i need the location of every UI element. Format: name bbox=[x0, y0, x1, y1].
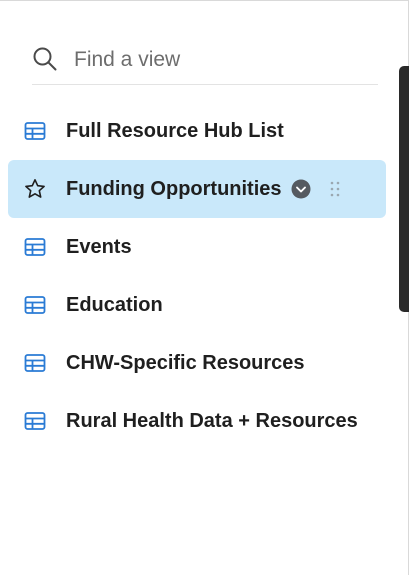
view-item-education[interactable]: Education bbox=[8, 276, 386, 334]
view-item-chw-specific-resources[interactable]: CHW-Specific Resources bbox=[8, 334, 386, 392]
chevron-down-badge-icon[interactable] bbox=[291, 179, 311, 199]
view-item-label: Events bbox=[66, 235, 132, 258]
grid-table-icon bbox=[24, 354, 46, 372]
grid-table-icon bbox=[24, 238, 46, 256]
view-switcher-panel: Full Resource Hub List Funding Opportuni… bbox=[0, 0, 409, 575]
view-item-funding-opportunities[interactable]: Funding Opportunities bbox=[8, 160, 386, 218]
drag-handle-icon[interactable] bbox=[329, 180, 341, 198]
view-item-label: Rural Health Data + Resources bbox=[66, 409, 358, 432]
scrollbar-thumb[interactable] bbox=[399, 66, 409, 312]
grid-table-icon bbox=[24, 296, 46, 314]
view-item-label: Funding Opportunities bbox=[66, 177, 282, 200]
grid-table-icon bbox=[24, 122, 46, 140]
view-list: Full Resource Hub List Funding Opportuni… bbox=[8, 102, 386, 450]
view-item-label: CHW-Specific Resources bbox=[66, 351, 305, 374]
view-item-events[interactable]: Events bbox=[8, 218, 386, 276]
view-item-full-resource-hub-list[interactable]: Full Resource Hub List bbox=[8, 102, 386, 160]
view-item-rural-health-data[interactable]: Rural Health Data + Resources bbox=[8, 392, 386, 450]
search-bar bbox=[32, 35, 378, 85]
search-input[interactable] bbox=[74, 47, 354, 72]
view-item-label: Full Resource Hub List bbox=[66, 119, 284, 142]
search-icon bbox=[33, 47, 57, 70]
star-icon bbox=[25, 178, 45, 198]
grid-table-icon bbox=[24, 412, 46, 430]
view-item-label: Education bbox=[66, 293, 163, 316]
